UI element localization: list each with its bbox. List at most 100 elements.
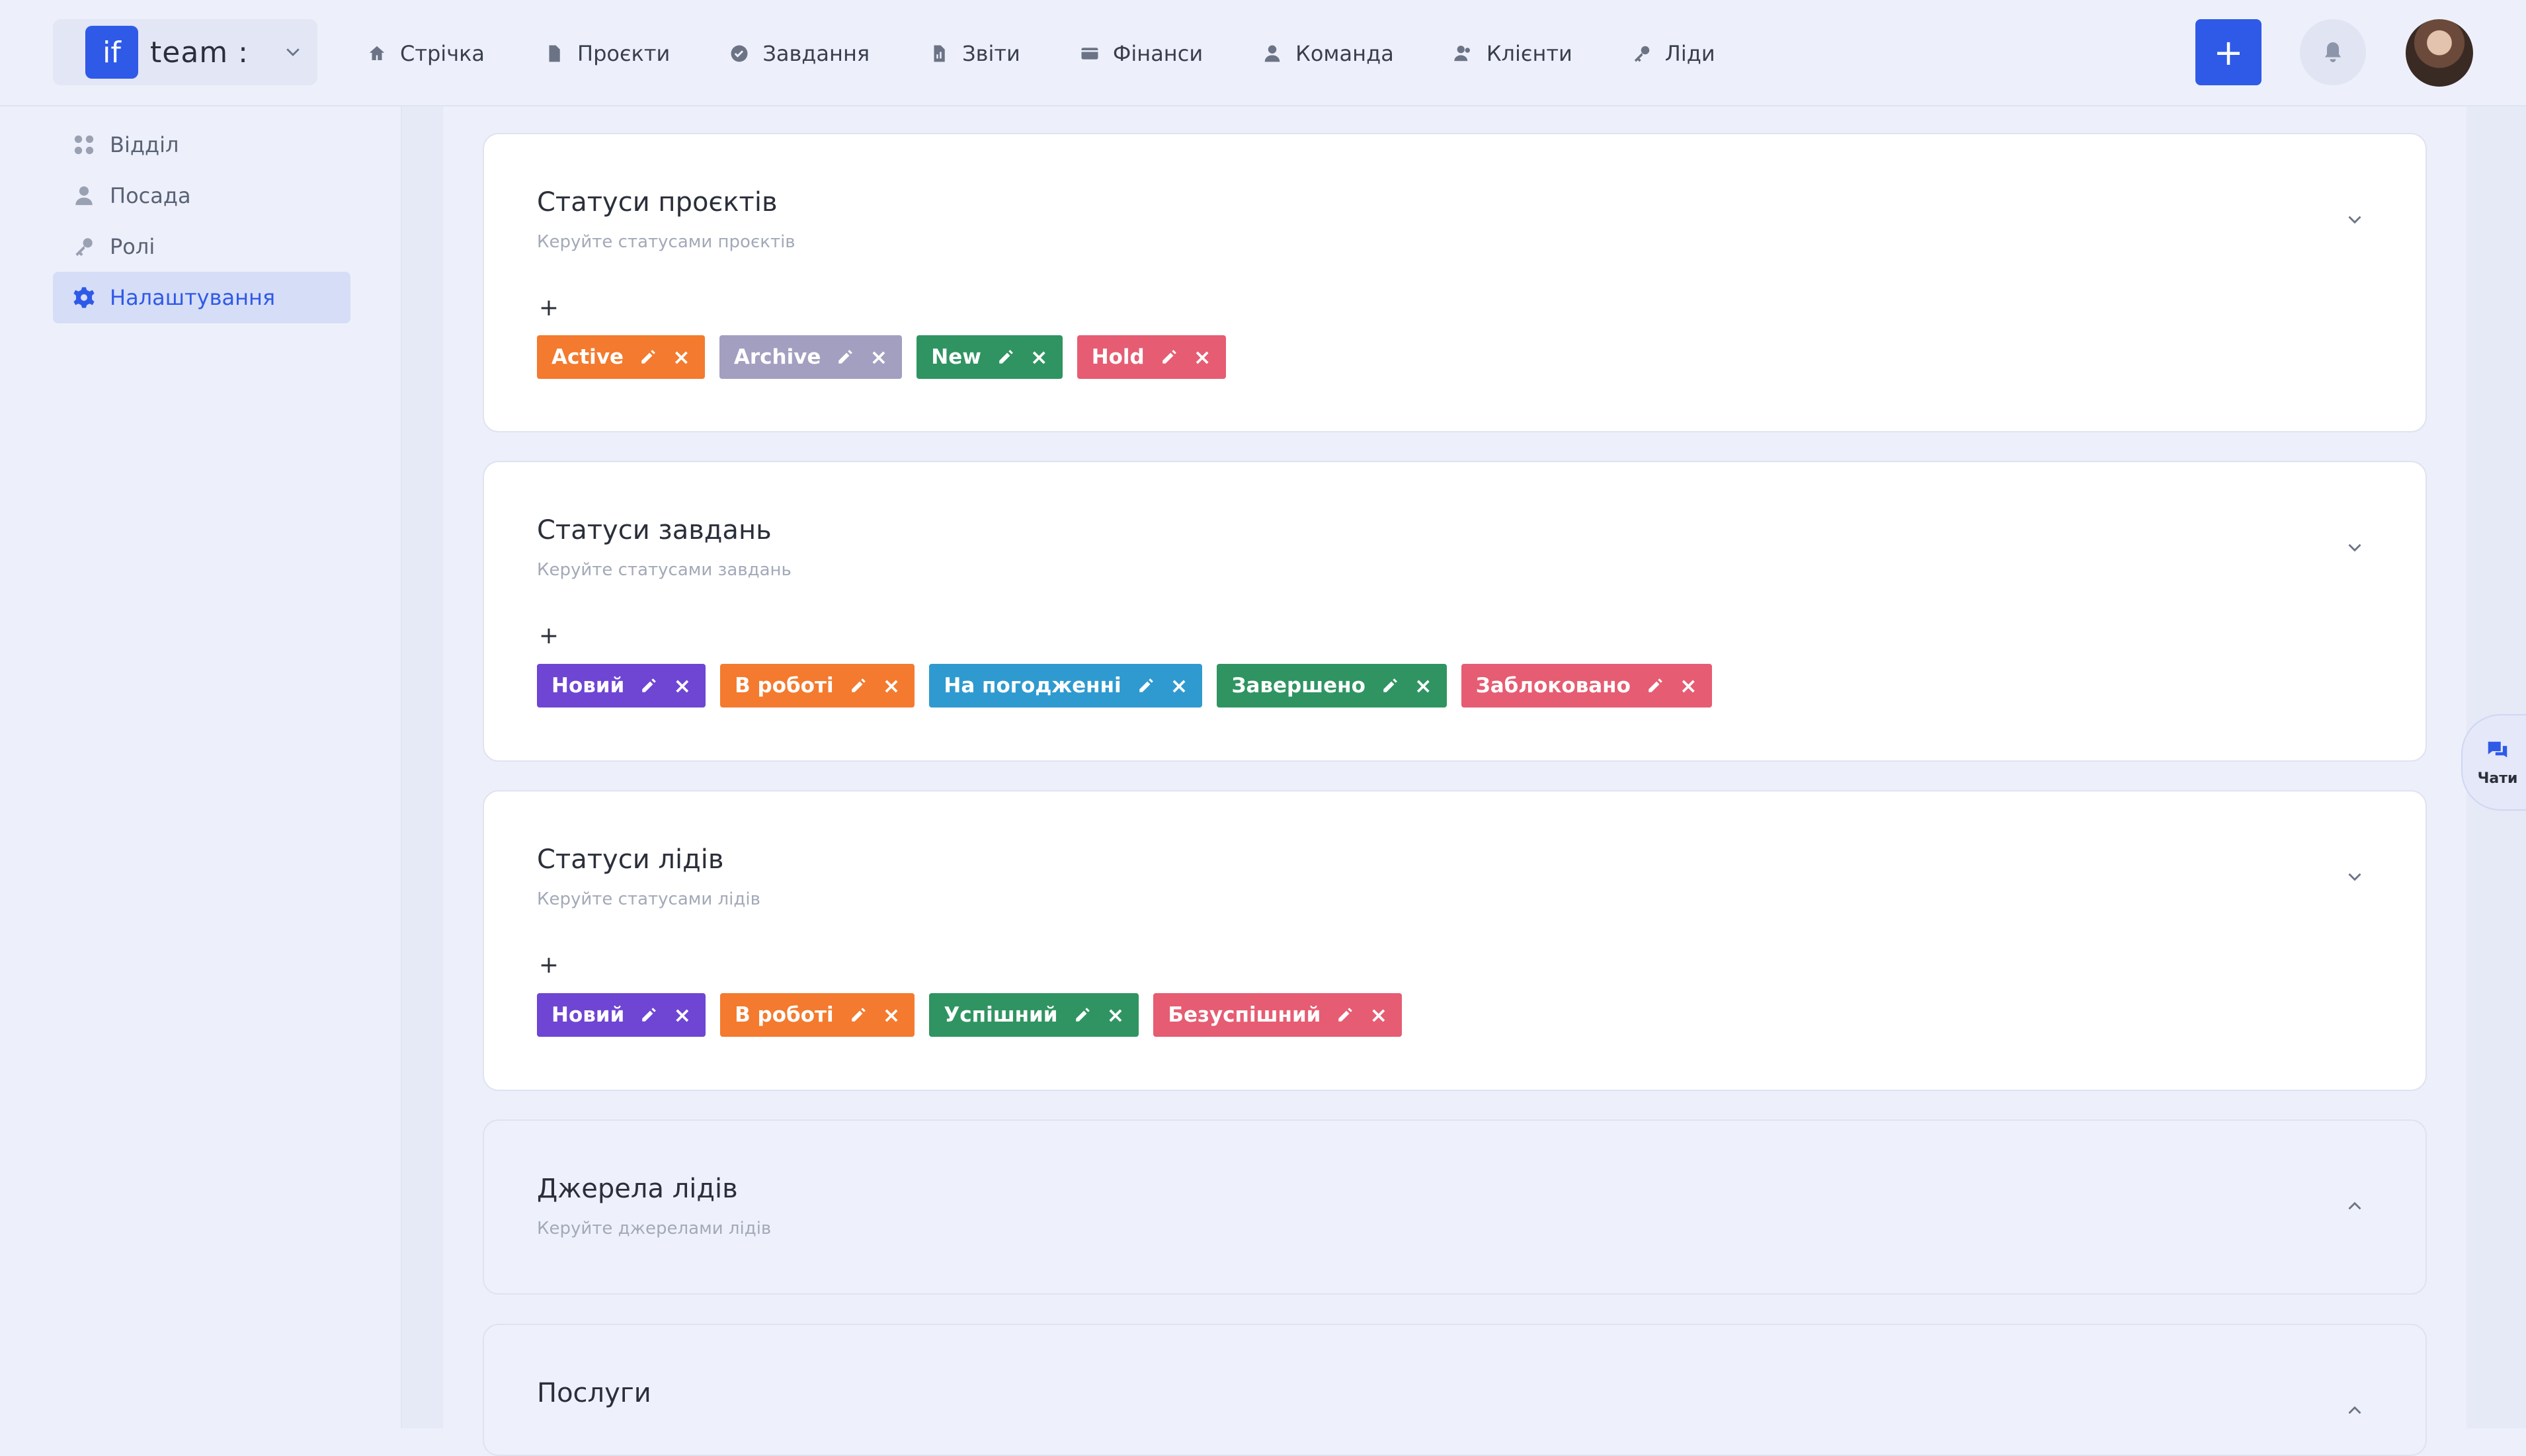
- pencil-icon[interactable]: [1074, 1006, 1091, 1024]
- pencil-icon[interactable]: [1336, 1006, 1354, 1024]
- status-tag: New ×: [917, 335, 1063, 379]
- section-subtitle: Керуйте джерелами лідів: [537, 1219, 772, 1238]
- close-icon[interactable]: ×: [1030, 344, 1048, 370]
- close-icon[interactable]: ×: [1414, 673, 1432, 698]
- tag-label: Active: [551, 345, 624, 369]
- chat-label: Чати: [2477, 770, 2518, 787]
- tag-label: На погодженні: [944, 674, 1121, 698]
- user-icon: [75, 186, 93, 206]
- sidebar-item-label: Налаштування: [110, 285, 276, 310]
- section-project-statuses: Статуси проєктів Керуйте статусами проєк…: [483, 133, 2427, 432]
- pencil-icon[interactable]: [640, 1006, 657, 1024]
- close-icon[interactable]: ×: [673, 673, 691, 698]
- close-icon[interactable]: ×: [1680, 673, 1697, 698]
- close-icon[interactable]: ×: [1170, 673, 1188, 698]
- close-icon[interactable]: ×: [673, 1002, 691, 1028]
- nav-clients[interactable]: Клієнти: [1453, 41, 1572, 66]
- section-lead-statuses: Статуси лідів Керуйте статусами лідів + …: [483, 790, 2427, 1091]
- section-title: Статуси завдань: [537, 515, 772, 546]
- tag-label: Новий: [551, 1003, 625, 1027]
- pencil-icon[interactable]: [997, 348, 1014, 366]
- add-status-button[interactable]: +: [537, 296, 561, 320]
- add-status-button[interactable]: +: [537, 624, 561, 648]
- pencil-icon[interactable]: [1137, 677, 1155, 694]
- nav-reports[interactable]: Звіти: [929, 41, 1020, 66]
- sidebar-item-settings[interactable]: Налаштування: [53, 272, 350, 323]
- nav-label: Звіти: [962, 40, 1020, 66]
- document-icon: [549, 45, 560, 61]
- close-icon[interactable]: ×: [1369, 1002, 1387, 1028]
- section-subtitle: Керуйте статусами лідів: [537, 889, 760, 909]
- chevron-down-icon[interactable]: [2343, 536, 2366, 559]
- tag-label: В роботі: [735, 674, 834, 698]
- tag-label: Завершено: [1231, 674, 1365, 698]
- status-tag: Новий ×: [537, 664, 706, 708]
- chat-button[interactable]: Чати: [2461, 714, 2526, 811]
- chevron-up-icon[interactable]: [2343, 1195, 2366, 1217]
- section-title: Послуги: [537, 1378, 651, 1408]
- sidebar-item-roles[interactable]: Ролі: [53, 221, 350, 272]
- check-circle-icon: [731, 45, 748, 61]
- pencil-icon[interactable]: [850, 1006, 867, 1024]
- notifications-button[interactable]: [2300, 19, 2366, 85]
- home-icon: [369, 46, 385, 60]
- tag-label: Новий: [551, 674, 625, 698]
- close-icon[interactable]: ×: [883, 1002, 901, 1028]
- avatar[interactable]: [2406, 19, 2473, 87]
- chevron-up-icon[interactable]: [2343, 1399, 2366, 1422]
- bell-icon: [2325, 42, 2341, 62]
- section-services[interactable]: Послуги: [483, 1324, 2427, 1456]
- pencil-icon[interactable]: [1161, 348, 1178, 366]
- pencil-icon[interactable]: [836, 348, 854, 366]
- pencil-icon[interactable]: [850, 677, 867, 694]
- pencil-icon[interactable]: [1647, 677, 1664, 694]
- workspace-switcher[interactable]: if team :: [53, 19, 317, 85]
- chat-icon: [2488, 741, 2507, 757]
- nav-finance[interactable]: Фінанси: [1080, 41, 1203, 66]
- tag-label: Успішний: [944, 1003, 1058, 1027]
- users-icon: [1454, 45, 1470, 61]
- status-tag: В роботі ×: [720, 993, 915, 1037]
- status-tag-list: Active × Archive × New × Hold ×: [537, 335, 1241, 379]
- nav-projects[interactable]: Проєкти: [544, 41, 670, 66]
- close-icon[interactable]: ×: [1107, 1002, 1125, 1028]
- status-tag: Archive ×: [719, 335, 903, 379]
- sidebar-item-label: Посада: [110, 183, 191, 208]
- close-icon[interactable]: ×: [672, 344, 690, 370]
- sidebar-item-position[interactable]: Посада: [53, 170, 350, 222]
- add-status-button[interactable]: +: [537, 953, 561, 977]
- status-tag-list: Новий × В роботі × На погодженні × Завер…: [537, 664, 1727, 708]
- section-title: Статуси лідів: [537, 844, 724, 875]
- chevron-down-icon[interactable]: [2343, 208, 2366, 231]
- close-icon[interactable]: ×: [883, 673, 901, 698]
- nav-feed[interactable]: Стрічка: [367, 41, 485, 66]
- nav-label: Стрічка: [400, 40, 485, 66]
- content-gutter: [402, 106, 443, 1428]
- nav-team[interactable]: Команда: [1262, 41, 1394, 66]
- close-icon[interactable]: ×: [1194, 344, 1211, 370]
- status-tag: В роботі ×: [720, 664, 915, 708]
- section-subtitle: Керуйте статусами завдань: [537, 560, 792, 580]
- close-icon[interactable]: ×: [870, 344, 887, 370]
- tag-label: Hold: [1091, 345, 1145, 369]
- brand-logo: if: [85, 26, 138, 79]
- nav-label: Завдання: [762, 40, 870, 66]
- chevron-down-icon: [286, 48, 300, 56]
- status-tag: Заблоковано ×: [1461, 664, 1712, 708]
- pencil-icon[interactable]: [1381, 677, 1399, 694]
- section-title: Джерела лідів: [537, 1174, 738, 1204]
- key-icon: [1634, 46, 1650, 61]
- nav-tasks[interactable]: Завдання: [729, 41, 870, 66]
- nav-leads[interactable]: Ліди: [1632, 41, 1715, 66]
- section-lead-sources[interactable]: Джерела лідів Керуйте джерелами лідів: [483, 1119, 2427, 1295]
- pencil-icon[interactable]: [640, 677, 657, 694]
- nav-label: Проєкти: [577, 40, 671, 66]
- tag-label: Безуспішний: [1168, 1003, 1321, 1027]
- create-button[interactable]: +: [2195, 19, 2261, 85]
- gear-icon: [73, 287, 95, 308]
- status-tag-list: Новий × В роботі × Успішний × Безуспішни…: [537, 993, 1416, 1037]
- nav-label: Фінанси: [1112, 40, 1203, 66]
- sidebar-item-department[interactable]: Відділ: [53, 119, 350, 171]
- chevron-down-icon[interactable]: [2343, 866, 2366, 888]
- pencil-icon[interactable]: [639, 348, 657, 366]
